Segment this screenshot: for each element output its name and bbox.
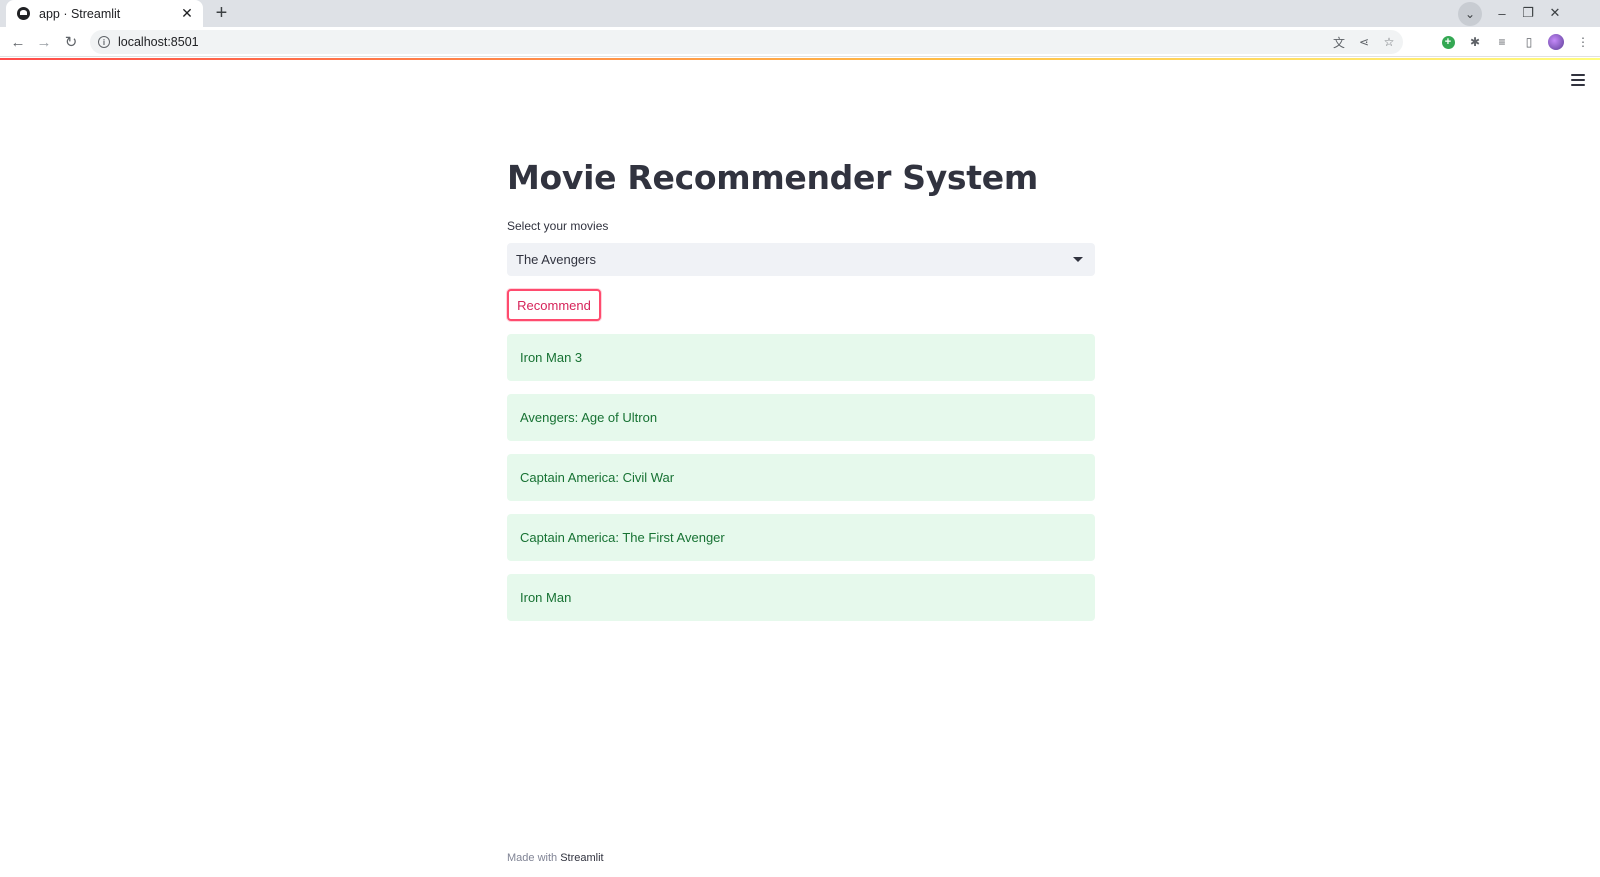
recommendation-item: Iron Man 3 [507, 334, 1095, 381]
browser-toolbar: ← → ↻ i localhost:8501 文 ⋖ ☆ + ✱ ≡ ▯ ⋮ [0, 27, 1600, 57]
translate-icon[interactable]: 文 [1328, 31, 1350, 53]
recommendation-list: Iron Man 3 Avengers: Age of Ultron Capta… [507, 334, 1095, 621]
address-bar[interactable]: i localhost:8501 文 ⋖ ☆ [90, 30, 1403, 54]
tab-search-icon[interactable]: ⌄ [1458, 2, 1482, 26]
extension-green-icon[interactable]: + [1439, 33, 1457, 51]
streamlit-favicon-icon [17, 7, 30, 20]
main-content: Movie Recommender System Select your mov… [507, 150, 1095, 634]
reading-list-icon[interactable]: ≡ [1493, 33, 1511, 51]
recommendation-item: Captain America: The First Avenger [507, 514, 1095, 561]
recommendation-item: Iron Man [507, 574, 1095, 621]
recommendation-item: Captain America: Civil War [507, 454, 1095, 501]
restore-window-icon[interactable]: ❐ [1516, 3, 1540, 23]
site-info-icon[interactable]: i [98, 36, 110, 48]
bookmark-star-icon[interactable]: ☆ [1378, 31, 1400, 53]
extensions-puzzle-icon[interactable]: ✱ [1466, 33, 1484, 51]
tab-title: app · Streamlit [39, 6, 121, 21]
url-text[interactable]: localhost:8501 [118, 35, 1328, 49]
movie-select-value[interactable]: The Avengers [516, 252, 1073, 267]
back-icon[interactable]: ← [7, 31, 29, 53]
streamlit-decoration-bar [0, 58, 1600, 60]
browser-tab-bar: app · Streamlit ✕ + ⌄ – ❐ ✕ [0, 0, 1600, 27]
footer-streamlit-link[interactable]: Streamlit [560, 852, 603, 864]
dropdown-arrow-icon[interactable] [1073, 257, 1083, 262]
profile-avatar-icon[interactable] [1547, 33, 1565, 51]
close-tab-icon[interactable]: ✕ [179, 5, 195, 22]
page-title: Movie Recommender System [507, 158, 1038, 197]
movie-select[interactable]: The Avengers [507, 243, 1095, 276]
new-tab-button[interactable]: + [210, 2, 233, 25]
footer-prefix: Made with [507, 852, 558, 864]
select-label: Select your movies [507, 219, 609, 233]
forward-icon[interactable]: → [33, 31, 55, 53]
reload-icon[interactable]: ↻ [60, 31, 82, 53]
close-window-icon[interactable]: ✕ [1543, 3, 1567, 23]
recommend-button[interactable]: Recommend [507, 289, 601, 321]
hamburger-menu-icon[interactable] [1571, 74, 1585, 86]
recommendation-item: Avengers: Age of Ultron [507, 394, 1095, 441]
side-panel-icon[interactable]: ▯ [1520, 33, 1538, 51]
minimize-window-icon[interactable]: – [1490, 3, 1514, 23]
browser-menu-icon[interactable]: ⋮ [1574, 33, 1592, 51]
share-icon[interactable]: ⋖ [1353, 31, 1375, 53]
browser-tab[interactable]: app · Streamlit ✕ [6, 0, 203, 27]
footer: Made with Streamlit [507, 852, 604, 864]
